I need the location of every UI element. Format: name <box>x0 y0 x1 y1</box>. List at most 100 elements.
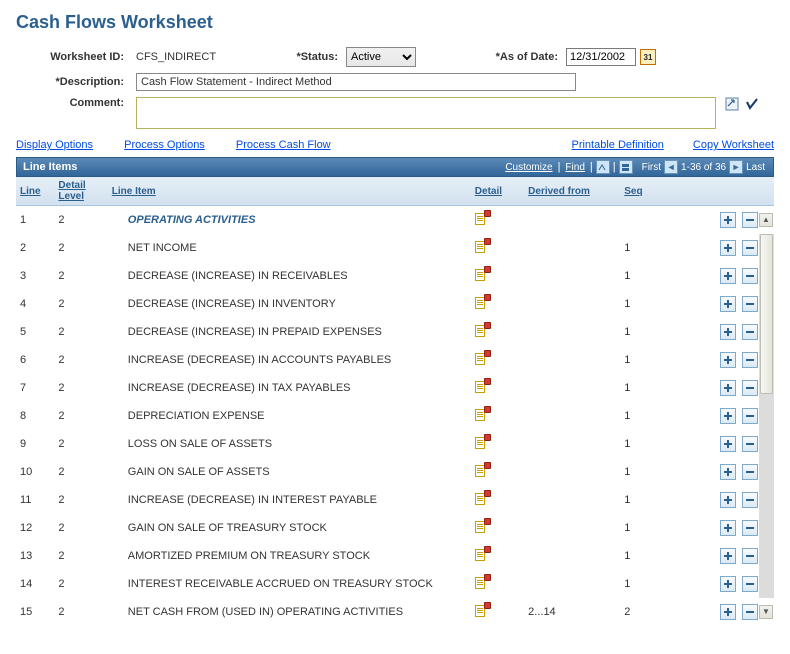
detail-lookup-icon[interactable] <box>475 379 489 393</box>
grid-nav-next-icon[interactable]: ► <box>729 160 743 174</box>
grid-nav-last[interactable]: Last <box>746 162 765 173</box>
add-row-button[interactable] <box>720 520 736 536</box>
table-row: 152NET CASH FROM (USED IN) OPERATING ACT… <box>16 598 774 626</box>
add-row-button[interactable] <box>720 268 736 284</box>
cell-line-item: DECREASE (INCREASE) IN INVENTORY <box>108 290 471 318</box>
add-row-button[interactable] <box>720 548 736 564</box>
delete-row-button[interactable] <box>742 436 758 452</box>
cell-detail <box>471 206 524 234</box>
process-cash-flow-link[interactable]: Process Cash Flow <box>236 139 331 151</box>
add-row-button[interactable] <box>720 212 736 228</box>
delete-row-button[interactable] <box>742 380 758 396</box>
cell-detail <box>471 570 524 598</box>
cell-detail <box>471 542 524 570</box>
table-row: 102GAIN ON SALE OF ASSETS1 <box>16 458 774 486</box>
cell-detail <box>471 402 524 430</box>
scroll-down-button[interactable]: ▼ <box>759 605 773 619</box>
add-row-button[interactable] <box>720 240 736 256</box>
grid-nav-prev-icon[interactable]: ◄ <box>664 160 678 174</box>
cell-line-item: DEPRECIATION EXPENSE <box>108 402 471 430</box>
table-row: 52DECREASE (INCREASE) IN PREPAID EXPENSE… <box>16 318 774 346</box>
detail-lookup-icon[interactable] <box>475 295 489 309</box>
add-row-button[interactable] <box>720 296 736 312</box>
detail-lookup-icon[interactable] <box>475 239 489 253</box>
add-row-button[interactable] <box>720 464 736 480</box>
cell-seq: 1 <box>620 262 716 290</box>
detail-lookup-icon[interactable] <box>475 463 489 477</box>
cell-detail-level: 2 <box>54 514 107 542</box>
col-header-seq[interactable]: Seq <box>620 177 716 206</box>
delete-row-button[interactable] <box>742 604 758 620</box>
col-header-detail[interactable]: Detail <box>471 177 524 206</box>
delete-row-button[interactable] <box>742 212 758 228</box>
cell-detail-level: 2 <box>54 570 107 598</box>
detail-lookup-icon[interactable] <box>475 435 489 449</box>
calendar-icon[interactable]: 31 <box>640 49 656 65</box>
grid-customize-link[interactable]: Customize <box>505 162 552 173</box>
delete-row-button[interactable] <box>742 240 758 256</box>
scroll-track[interactable] <box>759 234 774 598</box>
add-row-button[interactable] <box>720 576 736 592</box>
cell-detail <box>471 430 524 458</box>
detail-lookup-icon[interactable] <box>475 547 489 561</box>
table-row: 82DEPRECIATION EXPENSE1 <box>16 402 774 430</box>
delete-row-button[interactable] <box>742 464 758 480</box>
add-row-button[interactable] <box>720 604 736 620</box>
add-row-button[interactable] <box>720 324 736 340</box>
description-input[interactable] <box>136 73 576 91</box>
delete-row-button[interactable] <box>742 520 758 536</box>
delete-row-button[interactable] <box>742 408 758 424</box>
scroll-up-button[interactable]: ▲ <box>759 213 773 227</box>
table-row: 112INCREASE (DECREASE) IN INTEREST PAYAB… <box>16 486 774 514</box>
process-options-link[interactable]: Process Options <box>124 139 205 151</box>
status-select[interactable]: Active <box>346 47 416 67</box>
detail-lookup-icon[interactable] <box>475 491 489 505</box>
cell-detail-level: 2 <box>54 430 107 458</box>
printable-definition-link[interactable]: Printable Definition <box>571 139 663 151</box>
delete-row-button[interactable] <box>742 268 758 284</box>
grid-download-icon[interactable] <box>619 160 633 174</box>
status-label: *Status: <box>286 51 346 63</box>
col-header-line-item[interactable]: Line Item <box>108 177 471 206</box>
detail-lookup-icon[interactable] <box>475 575 489 589</box>
detail-lookup-icon[interactable] <box>475 323 489 337</box>
col-header-line[interactable]: Line <box>16 177 54 206</box>
comment-input[interactable] <box>136 97 716 129</box>
cell-detail <box>471 486 524 514</box>
display-options-link[interactable]: Display Options <box>16 139 93 151</box>
delete-row-button[interactable] <box>742 492 758 508</box>
scroll-thumb[interactable] <box>760 234 773 394</box>
delete-row-button[interactable] <box>742 324 758 340</box>
grid-view-all-icon[interactable] <box>596 160 610 174</box>
grid-nav-first[interactable]: First <box>642 162 661 173</box>
detail-lookup-icon[interactable] <box>475 267 489 281</box>
detail-lookup-icon[interactable] <box>475 211 489 225</box>
add-row-button[interactable] <box>720 436 736 452</box>
delete-row-button[interactable] <box>742 296 758 312</box>
detail-lookup-icon[interactable] <box>475 603 489 617</box>
add-row-button[interactable] <box>720 492 736 508</box>
add-row-button[interactable] <box>720 408 736 424</box>
cell-line-item: INCREASE (DECREASE) IN INTEREST PAYABLE <box>108 486 471 514</box>
add-row-button[interactable] <box>720 380 736 396</box>
delete-row-button[interactable] <box>742 352 758 368</box>
detail-lookup-icon[interactable] <box>475 351 489 365</box>
col-header-detail-level[interactable]: Detail Level <box>54 177 107 206</box>
spellcheck-icon[interactable] <box>745 102 759 114</box>
table-row: 32DECREASE (INCREASE) IN RECEIVABLES1 <box>16 262 774 290</box>
detail-lookup-icon[interactable] <box>475 407 489 421</box>
cell-line-item: NET INCOME <box>108 234 471 262</box>
add-row-button[interactable] <box>720 352 736 368</box>
col-header-derived[interactable]: Derived from <box>524 177 620 206</box>
expand-comment-icon[interactable] <box>725 102 742 114</box>
as-of-date-input[interactable] <box>566 48 636 66</box>
cell-detail-level: 2 <box>54 542 107 570</box>
detail-lookup-icon[interactable] <box>475 519 489 533</box>
cell-derived-from <box>524 430 620 458</box>
delete-row-button[interactable] <box>742 576 758 592</box>
grid-find-link[interactable]: Find <box>565 162 584 173</box>
copy-worksheet-link[interactable]: Copy Worksheet <box>693 139 774 151</box>
cell-seq: 1 <box>620 458 716 486</box>
delete-row-button[interactable] <box>742 548 758 564</box>
cell-line: 5 <box>16 318 54 346</box>
